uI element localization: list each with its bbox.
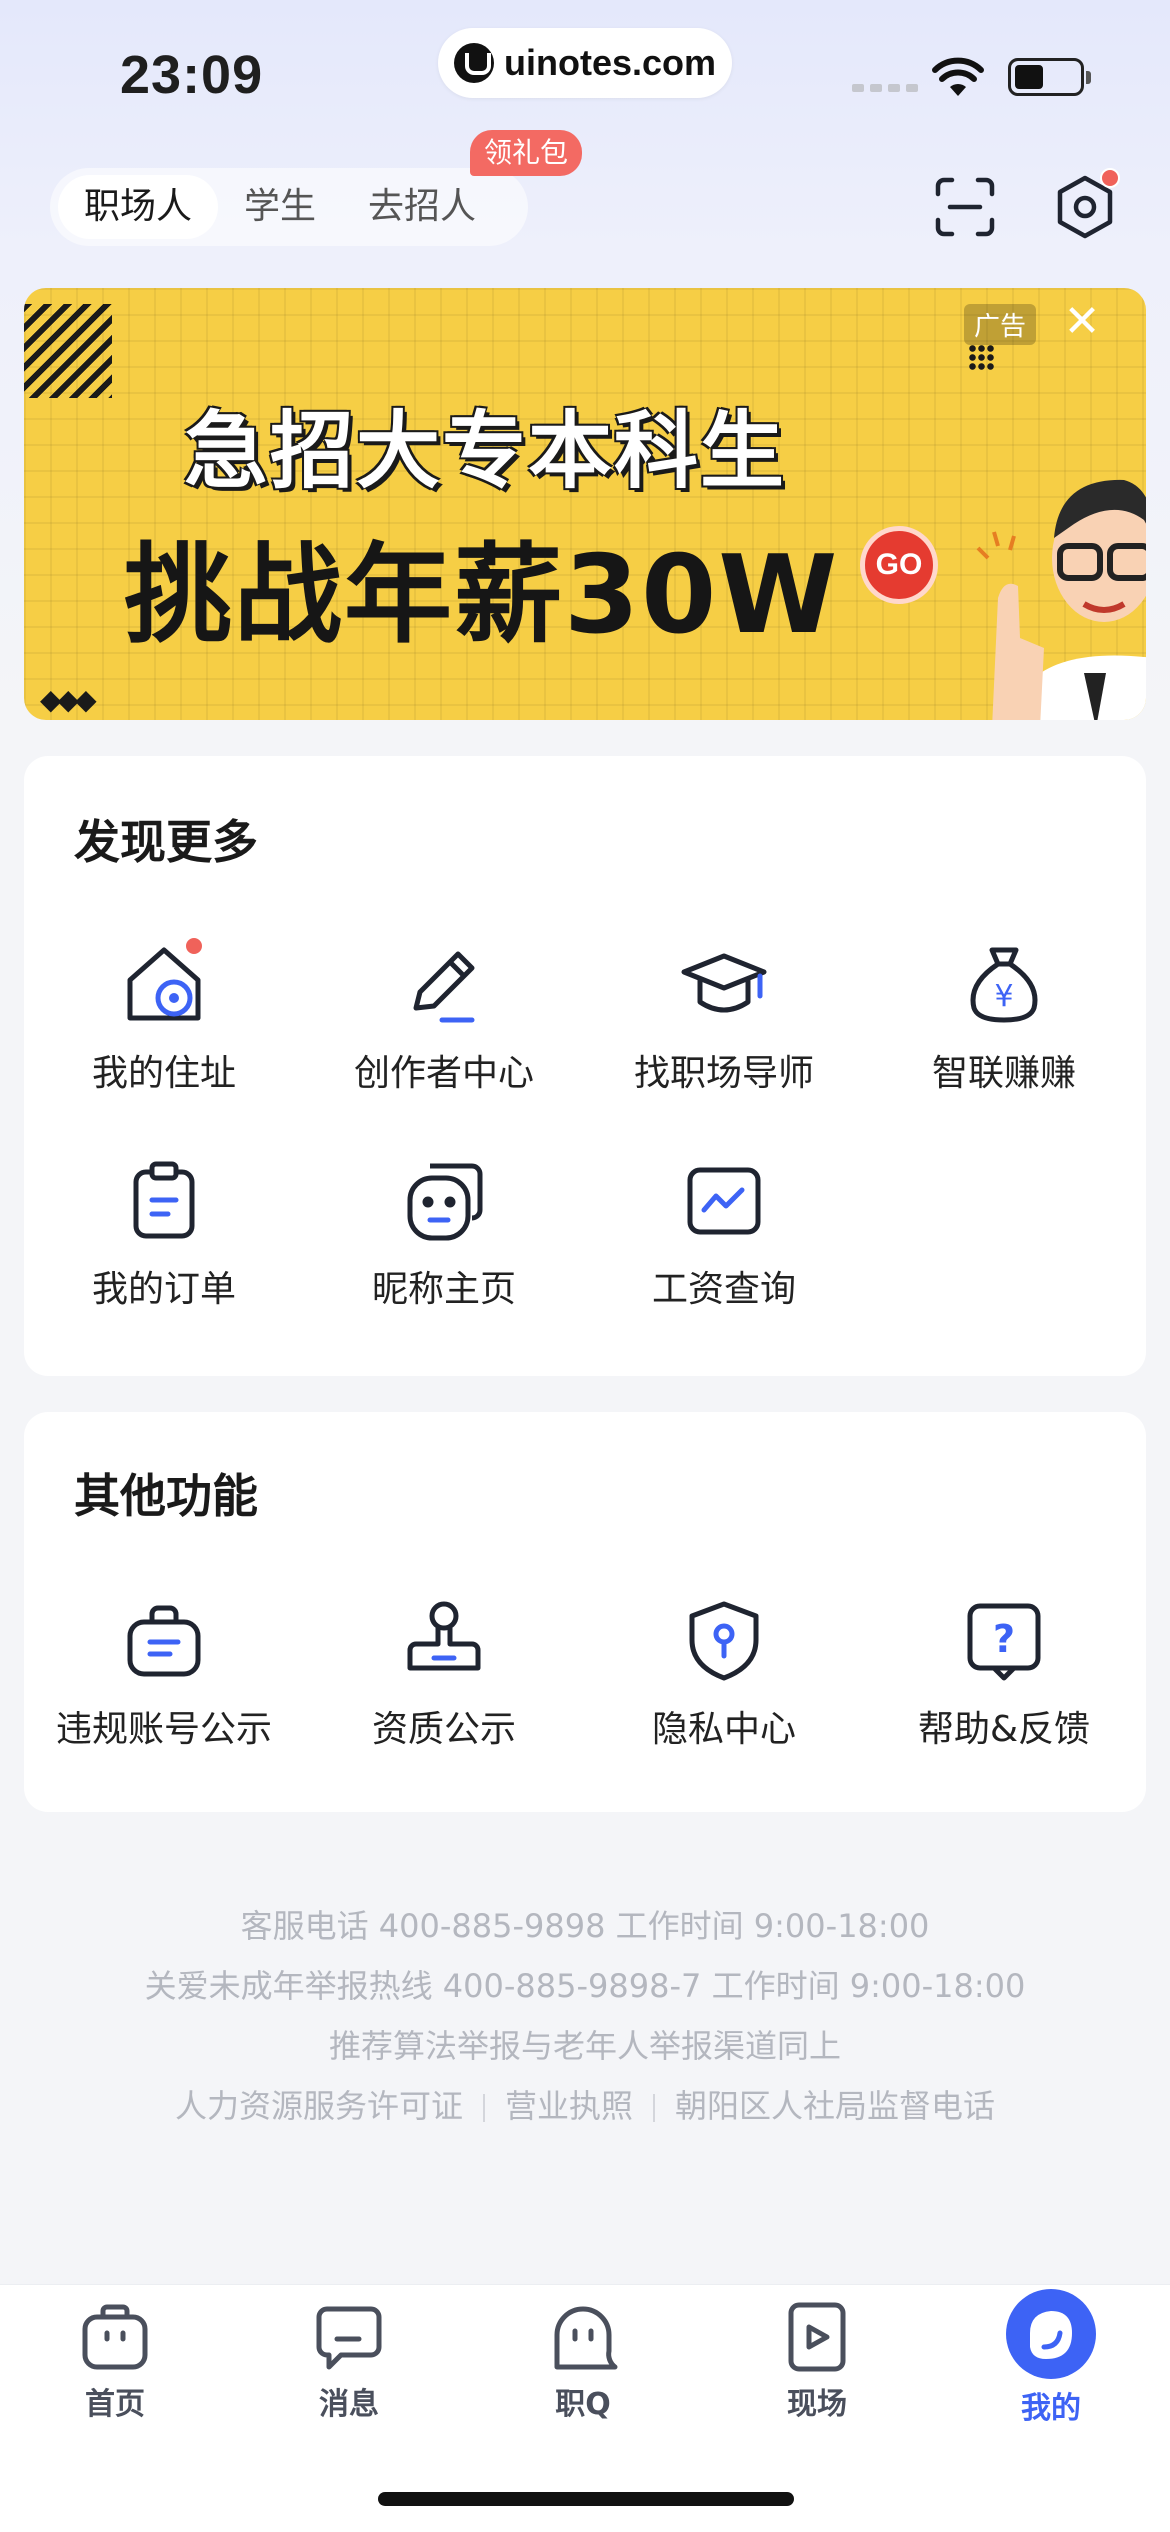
hr-license-link[interactable]: 人力资源服务许可证 [175, 2087, 463, 2125]
briefcase-icon [77, 2299, 153, 2375]
tab-label: 现场 [787, 2387, 847, 2422]
scan-icon[interactable] [934, 176, 996, 238]
cellular-signal-icon [852, 84, 918, 92]
wifi-icon [932, 57, 984, 96]
money-bag-icon: ¥ [956, 936, 1052, 1032]
promo-banner[interactable]: 急招大专本科生 挑战年薪30W GO 广告 ✕ ◆◆◆ [24, 288, 1146, 720]
supervision-phone-link[interactable]: 朝阳区人社局监督电话 [675, 2087, 995, 2125]
algorithm-report-text: 推荐算法举报与老年人举报渠道同上 [328, 2027, 841, 2065]
service-info: 客服电话 400-885-9898 工作时间 9:00-18:00 关爱未成年举… [0, 1896, 1170, 2136]
home-indicator[interactable] [378, 2492, 794, 2506]
business-license-link[interactable]: 营业执照 [505, 2087, 633, 2125]
grid-item-career-mentor[interactable]: 找职场导师 [584, 936, 864, 1096]
role-switcher: 职场人 学生 去招人 [50, 168, 528, 246]
help-question-icon: ? [956, 1592, 1052, 1688]
settings-notification-dot [1100, 168, 1120, 188]
tab-live[interactable]: 现场 [742, 2299, 892, 2423]
license-links: 人力资源服务许可证 营业执照 朝阳区人社局监督电话 [0, 2076, 1170, 2136]
grid-item-my-orders[interactable]: 我的订单 [24, 1152, 304, 1312]
status-time: 23:09 [120, 45, 264, 105]
url-pill[interactable]: uinotes.com [438, 28, 732, 98]
banner-headline: 急招大专本科生 [184, 402, 787, 500]
other-features-card: 其他功能 违规账号公示 资质公示 隐私中心 ? 帮助&反馈 [24, 1412, 1146, 1812]
battery-icon [1008, 58, 1091, 96]
discover-card: 发现更多 我的住址 创作者中心 找职场导师 ¥ 智联赚赚 我的订单 昵称主页 工… [24, 756, 1146, 1376]
grid-item-salary-query[interactable]: 工资查询 [584, 1152, 864, 1312]
profile-icon [1006, 2289, 1096, 2379]
discover-title: 发现更多 [74, 815, 258, 869]
address-notification-dot [184, 936, 204, 956]
ad-label: 广告 [964, 304, 1037, 345]
close-icon[interactable]: ✕ [1056, 296, 1108, 348]
banner-go-button[interactable]: GO [860, 526, 938, 604]
mascot-illustration [976, 479, 1146, 720]
grid-item-my-address[interactable]: 我的住址 [24, 936, 304, 1096]
chat-bubble-icon [311, 2299, 387, 2375]
tab-label: 我的 [1021, 2391, 1081, 2426]
grid-item-label: 帮助&反馈 [917, 1709, 1091, 1750]
role-tab-professional[interactable]: 职场人 [58, 175, 219, 239]
grid-item-label: 隐私中心 [651, 1709, 796, 1750]
grid-item-label: 智联赚赚 [931, 1053, 1076, 1094]
grid-item-label: 我的住址 [91, 1053, 236, 1094]
banner-stripes-decoration [24, 304, 112, 398]
grid-item-zhilian-earn[interactable]: ¥ 智联赚赚 [864, 936, 1144, 1096]
grid-item-help-feedback[interactable]: ? 帮助&反馈 [864, 1592, 1144, 1752]
grid-item-label: 违规账号公示 [55, 1709, 272, 1750]
tab-mine[interactable]: 我的 [976, 2289, 1126, 2427]
banner-subheadline: 挑战年薪30W [124, 533, 840, 658]
stamp-icon [396, 1592, 492, 1688]
grid-item-nickname-home[interactable]: 昵称主页 [304, 1152, 584, 1312]
ghost-icon [545, 2299, 621, 2375]
clipboard-icon [116, 1152, 212, 1248]
tab-label: 消息 [319, 2387, 379, 2422]
grid-item-label: 资质公示 [371, 1709, 516, 1750]
line-chart-icon [676, 1152, 772, 1248]
home-location-icon [116, 936, 212, 1032]
tab-messages[interactable]: 消息 [274, 2299, 424, 2423]
grid-item-violation-notice[interactable]: 违规账号公示 [24, 1592, 304, 1752]
notice-bag-icon [116, 1592, 212, 1688]
role-tab-recruiter[interactable]: 去招人 [342, 175, 502, 239]
play-icon [779, 2299, 855, 2375]
service-hotline-text: 客服电话 400-885-9898 工作时间 9:00-18:00 [240, 1907, 930, 1945]
url-text: uinotes.com [503, 42, 717, 83]
tab-home[interactable]: 首页 [40, 2299, 190, 2423]
grid-item-creator-center[interactable]: 创作者中心 [304, 936, 584, 1096]
role-tab-student[interactable]: 学生 [218, 175, 342, 239]
banner-diamond-decoration: ◆◆◆ [40, 683, 97, 716]
grid-item-label: 昵称主页 [371, 1269, 516, 1310]
other-features-title: 其他功能 [74, 1469, 258, 1523]
pencil-icon [396, 936, 492, 1032]
graduation-cap-icon [676, 936, 772, 1032]
gift-badge[interactable]: 领礼包 [470, 130, 583, 176]
banner-dot-decoration [968, 344, 994, 370]
grid-item-label: 工资查询 [651, 1269, 796, 1310]
grid-item-privacy-center[interactable]: 隐私中心 [584, 1592, 864, 1752]
tab-zhiq[interactable]: 职Q [508, 2299, 658, 2423]
settings-button[interactable] [1052, 168, 1120, 240]
grid-item-qualification[interactable]: 资质公示 [304, 1592, 584, 1752]
status-bar: 23:09 uinotes.com [0, 0, 1170, 140]
shield-lock-icon [676, 1592, 772, 1688]
tab-label: 首页 [85, 2387, 145, 2422]
grid-item-label: 我的订单 [91, 1269, 236, 1310]
smile-face-icon [396, 1152, 492, 1248]
grid-item-label: 创作者中心 [353, 1053, 534, 1094]
tab-label: 职Q [555, 2387, 611, 2422]
grid-item-label: 找职场导师 [633, 1053, 814, 1094]
minor-protection-hotline-text: 关爱未成年举报热线 400-885-9898-7 工作时间 9:00-18:00 [144, 1967, 1026, 2005]
uinotes-logo-icon [453, 43, 494, 83]
svg-text:?: ? [993, 1617, 1015, 1661]
svg-text:¥: ¥ [994, 979, 1013, 1014]
